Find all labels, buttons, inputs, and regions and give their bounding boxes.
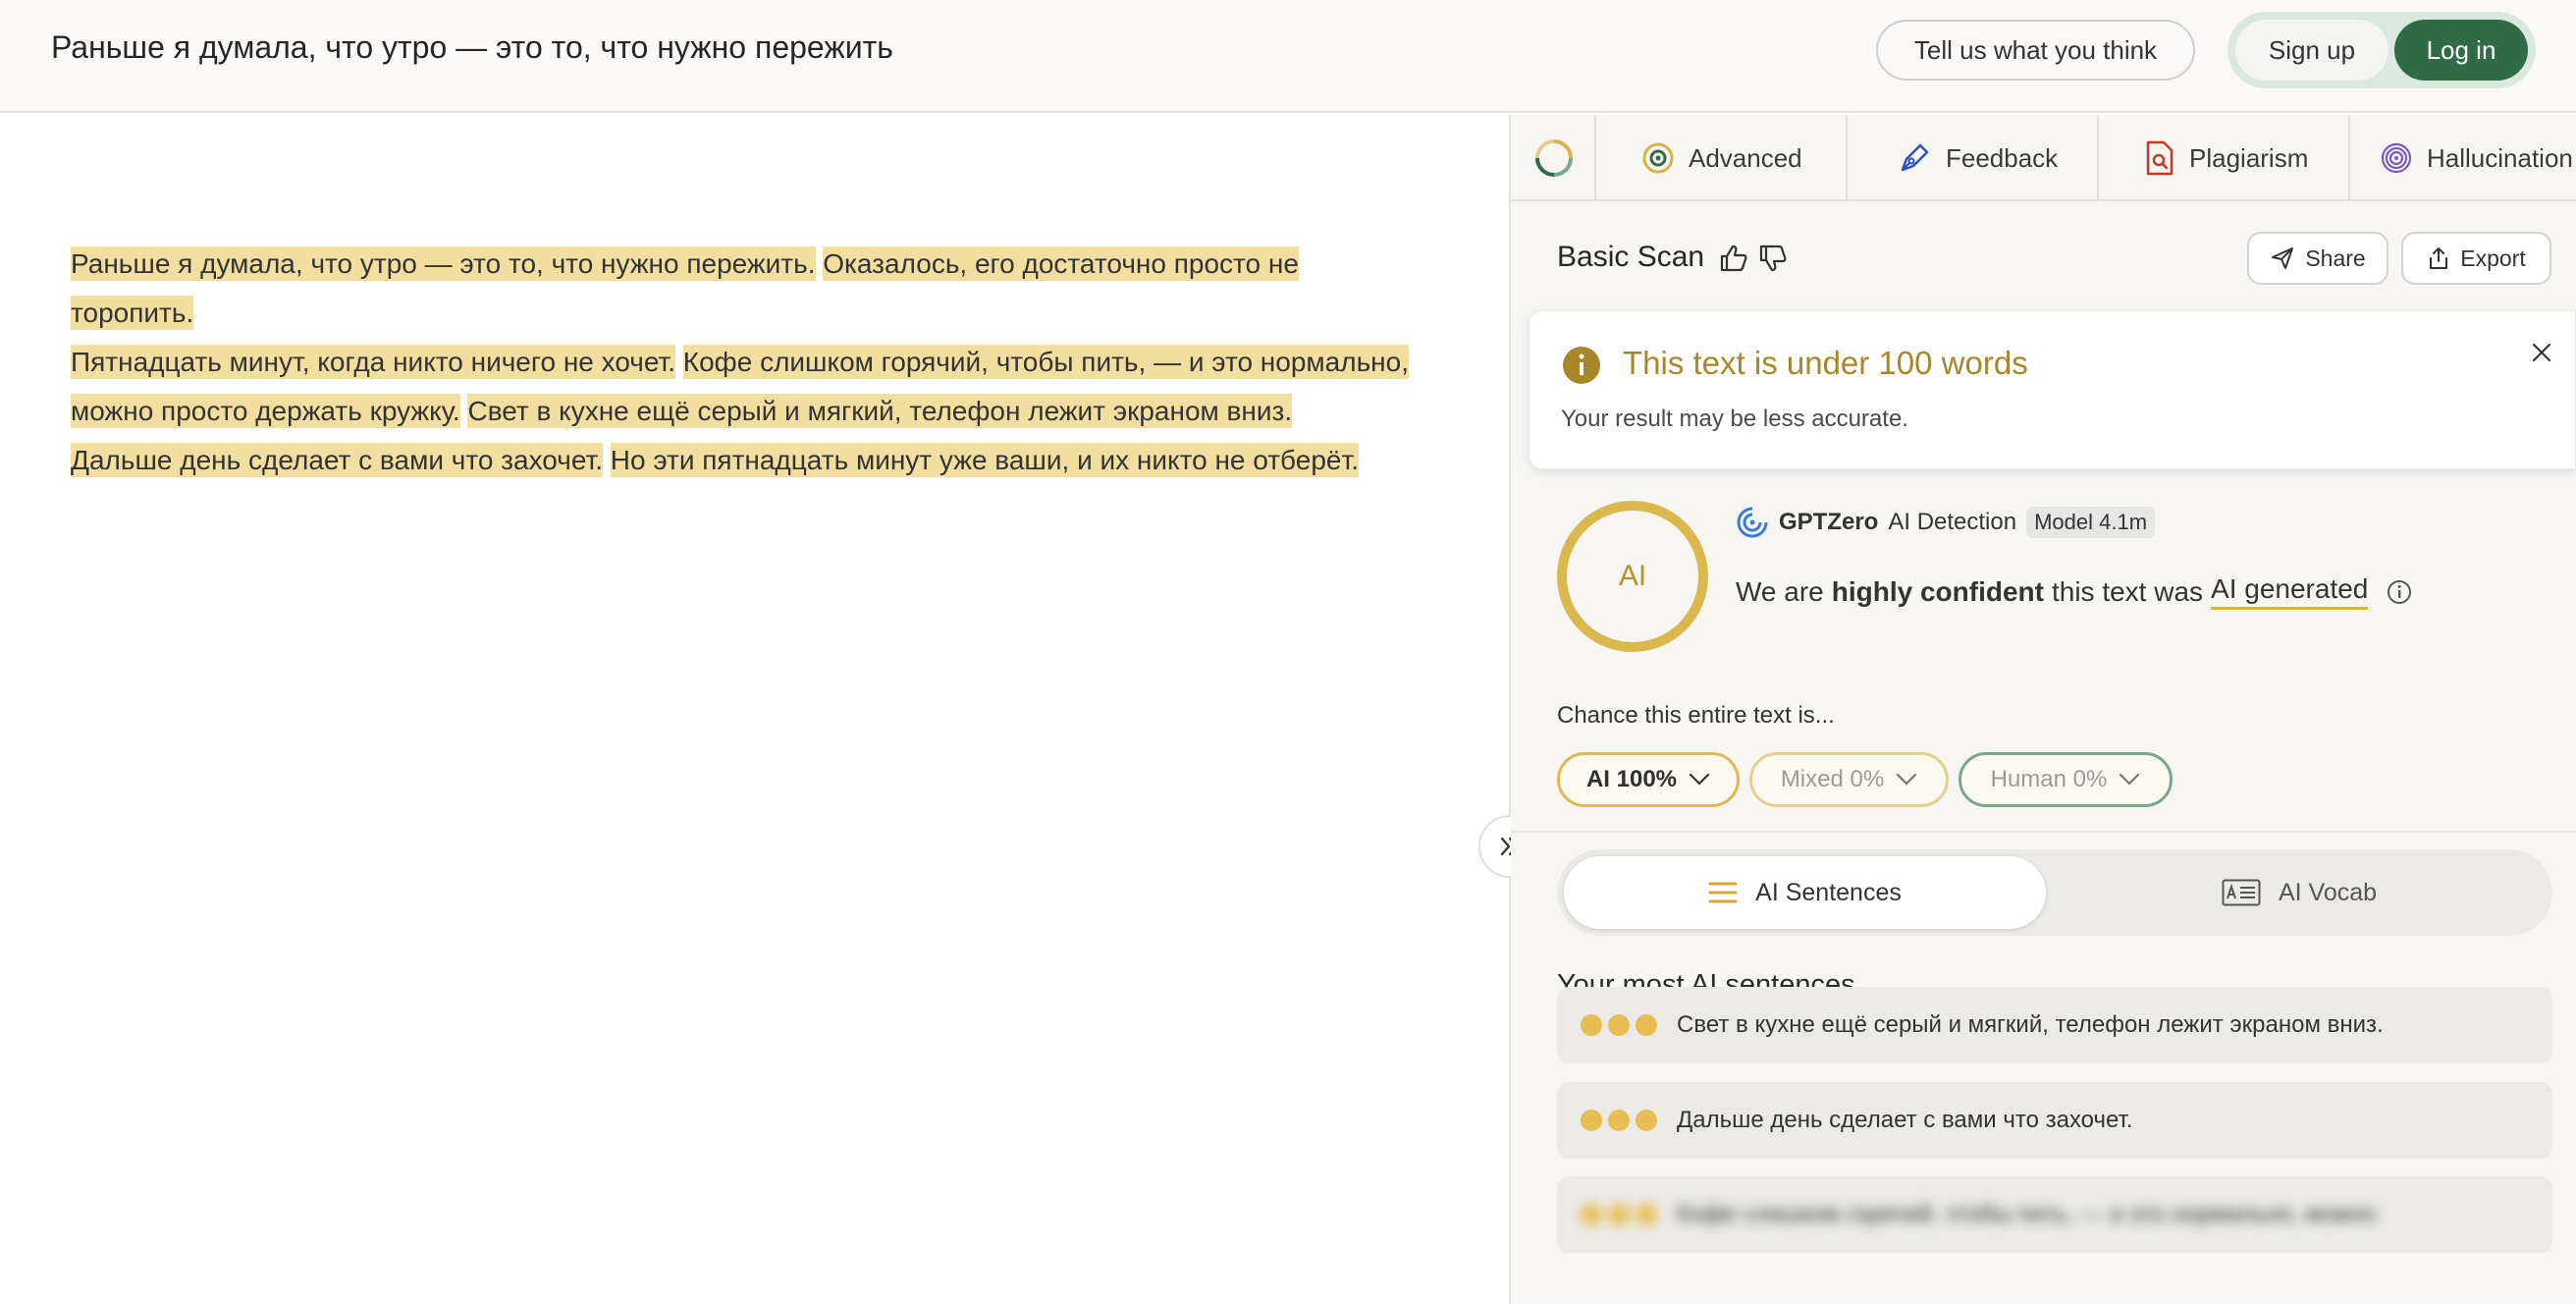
detection-header: GPTZero AI Detection Model 4.1m — [1736, 506, 2156, 539]
tool-tabs: Advanced Feedback Plagiarism Hallucinati… — [1511, 115, 2576, 201]
close-icon[interactable] — [2530, 341, 2553, 369]
tab-label: Advanced — [1689, 142, 1802, 173]
top-bar: Раньше я думала, что утро — это то, что … — [0, 0, 2576, 113]
export-button[interactable]: Export — [2401, 232, 2551, 285]
thumbs-down-icon[interactable] — [1757, 243, 1789, 279]
highlighted-sentence: Дальше день сделает с вами что захочет. — [71, 443, 603, 477]
results-panel: Advanced Feedback Plagiarism Hallucinati… — [1511, 115, 2576, 1304]
document-search-icon — [2146, 140, 2174, 176]
ai-sentence-item[interactable]: Дальше день сделает с вами что захочет. — [1557, 1082, 2552, 1159]
send-icon — [2272, 247, 2294, 269]
ai-sentence-item[interactable]: Свет в кухне ещё серый и мягкий, телефон… — [1557, 987, 2552, 1063]
thumbs-up-icon[interactable] — [1718, 243, 1749, 279]
share-button[interactable]: Share — [2247, 232, 2388, 285]
verdict-prefix: We are — [1736, 575, 1824, 607]
chevron-down-icon — [1897, 773, 1917, 786]
verdict-confidence: highly confident — [1831, 575, 2044, 607]
tab-hallucination[interactable]: Hallucination — [2350, 115, 2576, 201]
export-label: Export — [2460, 244, 2526, 271]
sign-up-button[interactable]: Sign up — [2235, 20, 2388, 81]
chance-label: Chance this entire text is... — [1557, 702, 1835, 729]
notice-subtitle: Your result may be less accurate. — [1561, 406, 1908, 432]
feedback-button[interactable]: Tell us what you think — [1876, 20, 2195, 81]
confidence-dots — [1581, 1014, 1657, 1036]
sentence-text: Дальше день сделает с вами что захочет. — [1677, 1107, 2133, 1133]
info-outline-icon[interactable] — [2386, 578, 2413, 606]
short-text-notice: This text is under 100 words Your result… — [1529, 310, 2576, 469]
ai-score-ring: AI — [1557, 501, 1708, 652]
highlighted-sentence: Свет в кухне ещё серый и мягкий, телефон… — [467, 394, 1293, 428]
text-editor[interactable]: Раньше я думала, что утро — это то, что … — [0, 115, 1509, 1304]
document-title: Раньше я думала, что утро — это то, что … — [51, 29, 893, 65]
editor-content[interactable]: Раньше я думала, что утро — это то, что … — [71, 240, 1425, 485]
paragraph: Пятнадцать минут, когда никто ничего не … — [71, 338, 1425, 436]
fingerprint-icon — [2381, 142, 2412, 174]
advanced-icon — [1642, 142, 1674, 174]
ai-vocab-tab[interactable]: AI Vocab — [2054, 856, 2545, 929]
vocab-card-icon — [2222, 879, 2261, 906]
segment-label: AI Sentences — [1755, 878, 1902, 906]
tab-plagiarism[interactable]: Plagiarism — [2099, 115, 2350, 201]
pen-icon — [1901, 143, 1929, 172]
tab-feedback[interactable]: Feedback — [1848, 115, 2099, 201]
tab-label: Hallucination — [2427, 142, 2573, 173]
confidence-dots — [1581, 1110, 1657, 1131]
paragraph: Раньше я думала, что утро — это то, что … — [71, 240, 1425, 338]
detection-label: AI Detection — [1888, 509, 2017, 535]
info-icon — [1563, 347, 1600, 384]
segment-label: AI Vocab — [2278, 878, 2378, 906]
gptzero-logo-icon — [1737, 507, 1768, 538]
scan-title: Basic Scan — [1557, 241, 1705, 273]
chevron-down-icon — [2120, 773, 2140, 786]
tab-advanced[interactable]: Advanced — [1596, 115, 1848, 201]
verdict-text: We are highly confident this text was AI… — [1736, 573, 2413, 610]
notice-title: This text is under 100 words — [1623, 345, 2028, 381]
mixed-percentage-chip[interactable]: Mixed 0% — [1749, 752, 1949, 807]
lines-icon — [1708, 882, 1738, 903]
loading-spinner-icon — [1535, 139, 1573, 177]
highlighted-sentence: Но эти пятнадцать минут уже ваши, и их н… — [610, 443, 1359, 477]
share-label: Share — [2305, 244, 2366, 271]
ring-label: AI — [1618, 560, 1647, 592]
confidence-dots — [1581, 1204, 1657, 1225]
sentence-text: Свет в кухне ещё серый и мягкий, телефон… — [1677, 1011, 2384, 1038]
results-view-toggle: AI Sentences AI Vocab — [1557, 849, 2552, 936]
export-icon — [2430, 247, 2448, 269]
highlighted-sentence: Раньше я думала, что утро — это то, что … — [71, 246, 816, 281]
paragraph: Дальше день сделает с вами что захочет. … — [71, 436, 1425, 485]
human-percentage-chip[interactable]: Human 0% — [1959, 752, 2173, 807]
chip-label: Mixed 0% — [1780, 766, 1885, 792]
ai-sentence-item[interactable]: Кофе слишком горячий, чтобы пить, — и эт… — [1557, 1176, 2552, 1253]
verdict-middle: this text was — [2051, 575, 2204, 607]
chip-label: Human 0% — [1990, 766, 2108, 792]
log-in-button[interactable]: Log in — [2394, 20, 2528, 81]
chip-label: AI 100% — [1585, 766, 1678, 792]
ai-sentences-tab[interactable]: AI Sentences — [1564, 856, 2046, 929]
sentence-text: Кофе слишком горячий, чтобы пить, — и эт… — [1677, 1201, 2377, 1227]
chevron-down-icon — [1689, 773, 1710, 786]
ai-percentage-chip[interactable]: AI 100% — [1557, 752, 1740, 807]
highlighted-sentence: Пятнадцать минут, когда никто ничего не … — [71, 345, 676, 379]
section-divider — [1511, 831, 2576, 833]
verdict-result[interactable]: AI generated — [2211, 573, 2369, 610]
auth-group: Sign up Log in — [2227, 12, 2536, 88]
model-badge: Model 4.1m — [2026, 507, 2156, 538]
tab-scan[interactable] — [1511, 115, 1596, 201]
tab-label: Feedback — [1946, 142, 2059, 173]
tab-label: Plagiarism — [2189, 142, 2309, 173]
brand-name: GPTZero — [1779, 509, 1879, 535]
